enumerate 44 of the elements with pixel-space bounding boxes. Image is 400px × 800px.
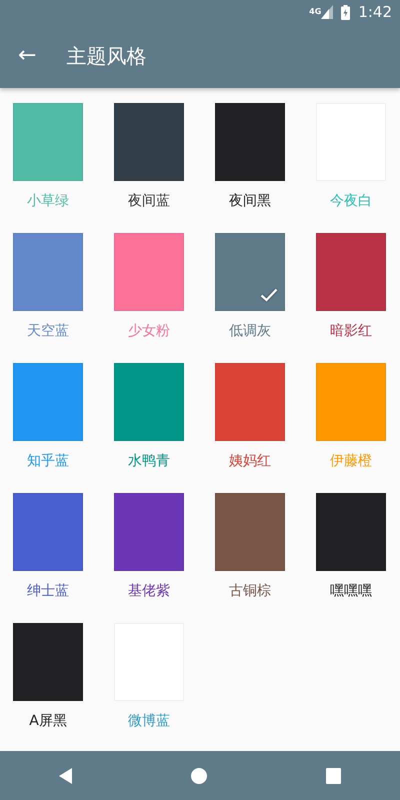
color-swatch[interactable] [215, 363, 285, 441]
color-swatch[interactable] [114, 233, 184, 311]
battery-icon [341, 4, 350, 20]
theme-label: 嘿嘿嘿 [329, 582, 373, 601]
color-swatch[interactable] [13, 233, 83, 311]
theme-label: 水鸭青 [127, 452, 171, 471]
theme-label: 夜间黑 [228, 192, 272, 211]
back-button[interactable]: ← [10, 41, 44, 71]
back-icon[interactable] [59, 768, 72, 784]
theme-label: 低调灰 [228, 322, 272, 341]
theme-label: 知乎蓝 [26, 452, 70, 471]
home-icon[interactable] [190, 768, 207, 784]
theme-label: 小草绿 [26, 192, 70, 211]
color-swatch[interactable] [13, 363, 83, 441]
theme-label: 伊藤橙 [329, 452, 373, 471]
color-swatch[interactable] [215, 493, 285, 571]
screen-title: 主题风格 [66, 43, 146, 70]
theme-label: 今夜白 [329, 192, 373, 211]
theme-label: 夜间蓝 [127, 192, 171, 211]
color-swatch[interactable] [13, 493, 83, 571]
color-swatch[interactable] [13, 623, 83, 701]
color-swatch[interactable] [114, 103, 184, 181]
theme-label: 绅士蓝 [26, 582, 70, 601]
theme-label: 少女粉 [127, 322, 171, 341]
signal-icon [321, 5, 334, 19]
color-swatch[interactable] [215, 233, 285, 311]
theme-label: 微博蓝 [127, 712, 171, 731]
network-label: 4G [309, 6, 322, 18]
recents-icon[interactable] [326, 768, 341, 784]
theme-label: 天空蓝 [26, 322, 70, 341]
color-swatch[interactable] [114, 363, 184, 441]
color-swatch[interactable] [215, 103, 285, 181]
color-swatch[interactable] [316, 233, 386, 311]
theme-label: 基佬紫 [127, 582, 171, 601]
theme-label: 暗影红 [329, 322, 373, 341]
color-swatch[interactable] [316, 493, 386, 571]
status-time: 1:42 [358, 2, 392, 23]
check-icon [260, 288, 278, 302]
theme-label: A屏黑 [28, 712, 68, 731]
theme-label: 古铜棕 [228, 582, 272, 601]
color-swatch[interactable] [13, 103, 83, 181]
color-swatch[interactable] [114, 493, 184, 571]
color-swatch[interactable] [316, 363, 386, 441]
theme-label: 姨妈红 [228, 452, 272, 471]
